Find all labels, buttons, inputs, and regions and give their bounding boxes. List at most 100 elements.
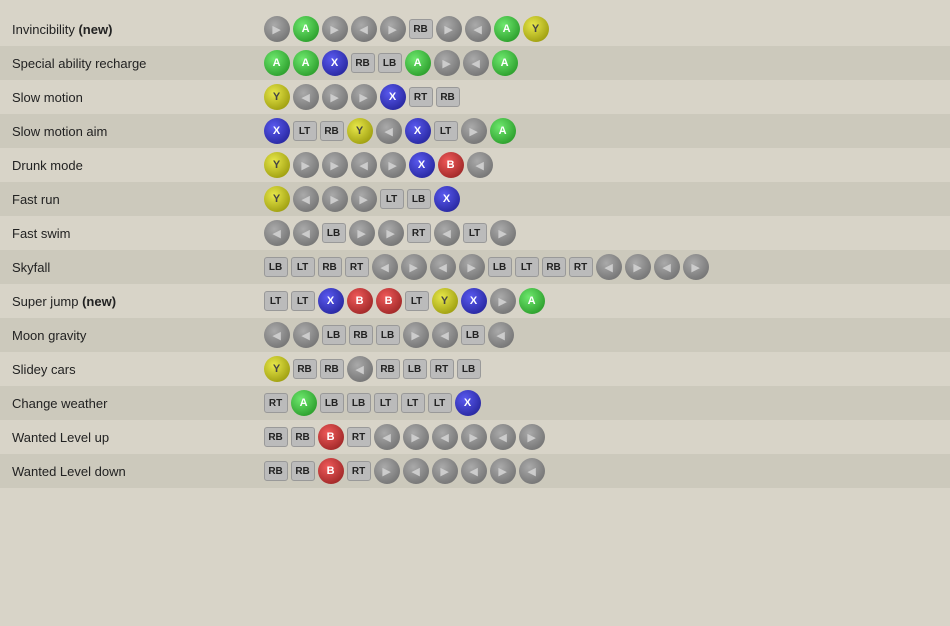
- arrow-left-button: ◀: [519, 458, 545, 484]
- button-lt: LT: [374, 393, 398, 413]
- button-lt: LT: [405, 291, 429, 311]
- arrow-right-button: ▶: [349, 220, 375, 246]
- arrow-right-button: ▶: [459, 254, 485, 280]
- button-rb: RB: [349, 325, 373, 345]
- arrow-left-button: ◀: [264, 220, 290, 246]
- cheat-buttons: Y◀▶▶LTLBX: [258, 182, 950, 216]
- cheat-name: Slow motion: [0, 80, 258, 114]
- arrow-left-button: ◀: [372, 254, 398, 280]
- button-lb: LB: [457, 359, 481, 379]
- button-lt: LT: [291, 291, 315, 311]
- button-lb: LB: [461, 325, 485, 345]
- arrow-left-button: ◀: [374, 424, 400, 450]
- button-y-yellow: Y: [264, 152, 290, 178]
- cheat-buttons: ▶A▶◀▶RB▶◀AY: [258, 12, 950, 46]
- arrow-left-button: ◀: [293, 84, 319, 110]
- button-x-blue: X: [322, 50, 348, 76]
- button-rb: RB: [320, 121, 344, 141]
- cheat-buttons: LTLTXBBLTYX▶A: [258, 284, 950, 318]
- arrow-right-button: ▶: [490, 288, 516, 314]
- table-row: Invincibility (new)▶A▶◀▶RB▶◀AY: [0, 12, 950, 46]
- button-rt: RT: [430, 359, 454, 379]
- button-x-blue: X: [380, 84, 406, 110]
- button-rt: RT: [264, 393, 288, 413]
- cheat-buttons: AAXRBLBA▶◀A: [258, 46, 950, 80]
- button-b-red: B: [318, 458, 344, 484]
- arrow-right-button: ▶: [322, 84, 348, 110]
- button-rb: RB: [264, 461, 288, 481]
- cheat-name: Moon gravity: [0, 318, 258, 352]
- button-rb: RB: [291, 427, 315, 447]
- arrow-right-button: ▶: [683, 254, 709, 280]
- button-x-blue: X: [409, 152, 435, 178]
- button-b-red: B: [438, 152, 464, 178]
- cheat-name: Wanted Level down: [0, 454, 258, 488]
- button-y-yellow: Y: [523, 16, 549, 42]
- cheat-name: Drunk mode: [0, 148, 258, 182]
- button-lb: LB: [322, 325, 346, 345]
- button-lt: LT: [293, 121, 317, 141]
- table-row: Special ability rechargeAAXRBLBA▶◀A: [0, 46, 950, 80]
- button-lb: LB: [488, 257, 512, 277]
- arrow-left-button: ◀: [596, 254, 622, 280]
- cheat-buttons: LBLTRBRT◀▶◀▶LBLTRBRT◀▶◀▶: [258, 250, 950, 284]
- arrow-right-button: ▶: [519, 424, 545, 450]
- arrow-right-button: ▶: [403, 322, 429, 348]
- arrow-right-button: ▶: [461, 118, 487, 144]
- arrow-right-button: ▶: [322, 16, 348, 42]
- button-y-yellow: Y: [432, 288, 458, 314]
- arrow-left-button: ◀: [432, 322, 458, 348]
- button-a-green: A: [519, 288, 545, 314]
- button-y-yellow: Y: [264, 84, 290, 110]
- arrow-left-button: ◀: [467, 152, 493, 178]
- arrow-left-button: ◀: [293, 186, 319, 212]
- arrow-right-button: ▶: [351, 84, 377, 110]
- arrow-left-button: ◀: [463, 50, 489, 76]
- arrow-left-button: ◀: [347, 356, 373, 382]
- button-a-green: A: [293, 50, 319, 76]
- arrow-left-button: ◀: [351, 152, 377, 178]
- button-x-blue: X: [461, 288, 487, 314]
- arrow-left-button: ◀: [403, 458, 429, 484]
- arrow-right-button: ▶: [461, 424, 487, 450]
- button-lt: LT: [380, 189, 404, 209]
- table-row: Fast runY◀▶▶LTLBX: [0, 182, 950, 216]
- arrow-left-button: ◀: [376, 118, 402, 144]
- arrow-left-button: ◀: [293, 322, 319, 348]
- arrow-right-button: ▶: [293, 152, 319, 178]
- arrow-left-button: ◀: [465, 16, 491, 42]
- arrow-right-button: ▶: [380, 152, 406, 178]
- button-lb: LB: [378, 53, 402, 73]
- button-lb: LB: [376, 325, 400, 345]
- button-x-blue: X: [434, 186, 460, 212]
- button-rb: RB: [409, 19, 433, 39]
- button-b-red: B: [376, 288, 402, 314]
- arrow-right-button: ▶: [380, 16, 406, 42]
- cheat-name: Skyfall: [0, 250, 258, 284]
- button-rb: RB: [542, 257, 566, 277]
- page-title: [0, 0, 950, 12]
- arrow-left-button: ◀: [264, 322, 290, 348]
- button-rb: RB: [436, 87, 460, 107]
- button-rt: RT: [345, 257, 369, 277]
- arrow-left-button: ◀: [488, 322, 514, 348]
- button-rb: RB: [293, 359, 317, 379]
- cheat-buttons: Y▶▶◀▶XB◀: [258, 148, 950, 182]
- button-rt: RT: [569, 257, 593, 277]
- button-rt: RT: [407, 223, 431, 243]
- arrow-left-button: ◀: [461, 458, 487, 484]
- button-lt: LT: [264, 291, 288, 311]
- button-y-yellow: Y: [264, 356, 290, 382]
- cheat-name: Super jump (new): [0, 284, 258, 318]
- button-a-green: A: [291, 390, 317, 416]
- arrow-right-button: ▶: [401, 254, 427, 280]
- cheat-buttons: Y◀▶▶XRTRB: [258, 80, 950, 114]
- arrow-left-button: ◀: [654, 254, 680, 280]
- arrow-right-button: ▶: [432, 458, 458, 484]
- arrow-right-button: ▶: [374, 458, 400, 484]
- cheat-buttons: RBRBBRT◀▶◀▶◀▶: [258, 420, 950, 454]
- cheat-name: Invincibility (new): [0, 12, 258, 46]
- arrow-right-button: ▶: [625, 254, 651, 280]
- arrow-right-button: ▶: [490, 458, 516, 484]
- arrow-left-button: ◀: [293, 220, 319, 246]
